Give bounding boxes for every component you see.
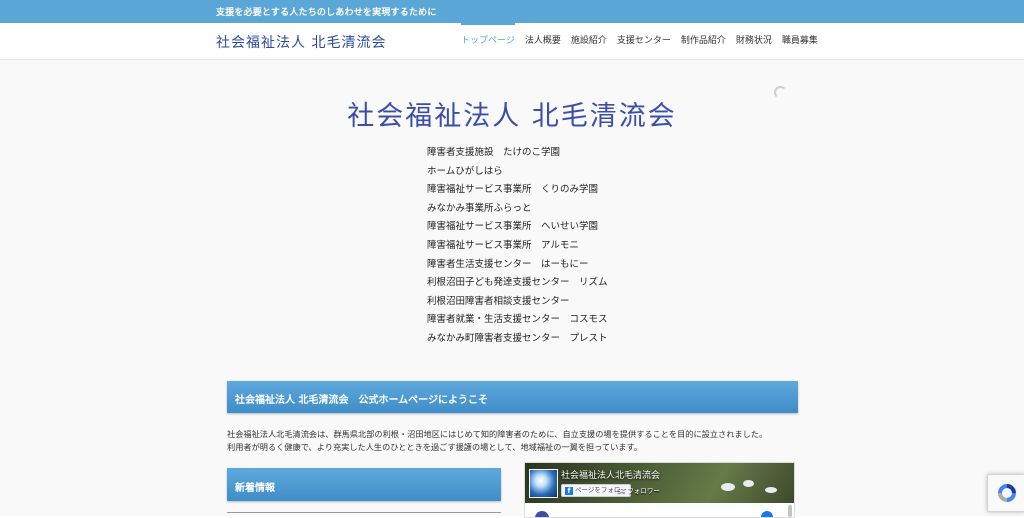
facebook-page-avatar[interactable] (529, 469, 558, 498)
nav-item-finance[interactable]: 財務状況 (731, 23, 777, 59)
facility-item[interactable]: 障害福祉サービス事業所 へいせい学園 (427, 218, 608, 237)
news-divider (227, 512, 501, 513)
facility-item[interactable]: 障害者就業・生活支援センター コスモス (427, 311, 608, 330)
intro-text: 社会福祉法人北毛清流会は、群馬県北部の利根・沼田地区にはじめて知的障害者のために… (227, 428, 807, 453)
facility-item[interactable]: ホームひがしはら (427, 163, 608, 182)
main-nav: トップページ 法人概要 施設紹介 支援センター 制作品紹介 財務状況 職員募集 (461, 23, 823, 59)
nav-item-support-center[interactable]: 支援センター (612, 23, 676, 59)
facebook-scrollbar[interactable] (788, 505, 792, 517)
recaptcha-badge[interactable] (987, 474, 1024, 512)
facebook-post-preview (531, 509, 785, 517)
recaptcha-icon (998, 484, 1016, 502)
post-avatar (535, 511, 549, 517)
intro-line: 利用者が明るく健康で、より充実した人生のひとときを過ごす援護の場として、地域福祉… (227, 441, 643, 452)
facility-item[interactable]: みなかみ町障害者支援センター プレスト (427, 330, 608, 349)
site-header: 社会福祉法人 北毛清流会 トップページ 法人概要 施設紹介 支援センター 制作品… (0, 23, 1024, 60)
facebook-follower-count: 54 フォロワー (617, 487, 660, 495)
hero-title: 社会福祉法人 北毛清流会 (347, 101, 677, 132)
facebook-widget: 社会福祉法人北毛清流会 f ページをフォロー 54 フォロワー (524, 462, 795, 518)
facebook-f-icon: f (565, 486, 573, 495)
facebook-page-name[interactable]: 社会福祉法人北毛清流会 (561, 468, 660, 481)
site-logo[interactable]: 社会福祉法人 北毛清流会 (216, 32, 386, 52)
news-header: 新着情報 (227, 468, 501, 501)
loading-spinner-icon (774, 86, 787, 99)
facility-item[interactable]: 障害者生活支援センター はーもにー (427, 256, 608, 275)
welcome-heading: 社会福祉法人 北毛清流会 公式ホームページにようこそ (235, 395, 488, 406)
facility-item[interactable]: 障害福祉サービス事業所 アルモニ (427, 237, 608, 256)
flower-decoration (743, 480, 754, 487)
facility-list: 障害者支援施設 たけのこ学園 ホームひがしはら 障害福祉サービス事業所 くりのみ… (427, 144, 608, 349)
tagline: 支援を必要とする人たちのしあわせを実現するために (216, 8, 437, 18)
welcome-banner: 社会福祉法人 北毛清流会 公式ホームページにようこそ (227, 381, 798, 413)
flower-decoration (765, 487, 777, 493)
facility-item[interactable]: 障害福祉サービス事業所 くりのみ学園 (427, 181, 608, 200)
nav-item-products[interactable]: 制作品紹介 (676, 23, 731, 59)
nav-item-top[interactable]: トップページ (461, 23, 520, 59)
facility-item[interactable]: 利根沼田子ども発達支援センター リズム (427, 274, 608, 293)
nav-item-about[interactable]: 法人概要 (520, 23, 566, 59)
news-heading: 新着情報 (235, 483, 275, 494)
nav-item-facilities[interactable]: 施設紹介 (566, 23, 612, 59)
nav-item-recruit[interactable]: 職員募集 (777, 23, 823, 59)
top-bar: 支援を必要とする人たちのしあわせを実現するために (0, 0, 1024, 23)
facebook-logo-icon (761, 511, 773, 517)
facility-item[interactable]: みなかみ事業所ふらっと (427, 200, 608, 219)
intro-line: 社会福祉法人北毛清流会は、群馬県北部の利根・沼田地区にはじめて知的障害者のために… (227, 429, 768, 439)
flower-decoration (721, 483, 735, 491)
facility-item[interactable]: 障害者支援施設 たけのこ学園 (427, 144, 608, 163)
facility-item[interactable]: 利根沼田障害者相談支援センター (427, 293, 608, 312)
